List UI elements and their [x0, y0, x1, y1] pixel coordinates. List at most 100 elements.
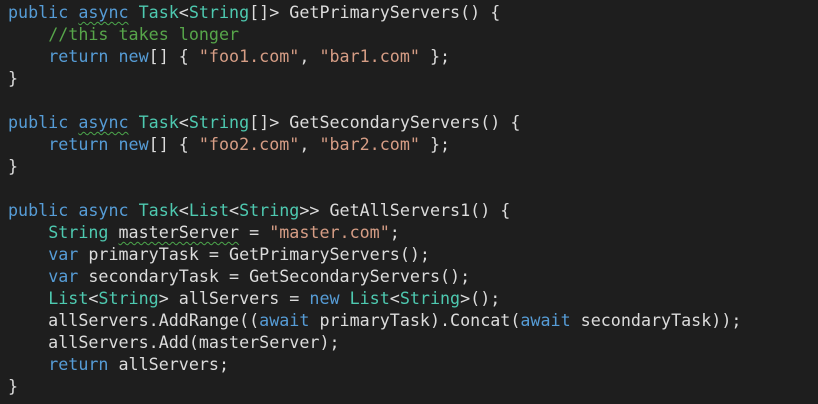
plain-token: < [178, 2, 189, 22]
plain-token: < [178, 112, 189, 132]
string-token: "bar1.com" [319, 46, 420, 66]
code-line[interactable]: //this takes longer [8, 23, 818, 45]
type-token: List [188, 200, 230, 220]
keyword-token: var [48, 266, 79, 286]
keyword-token: async [78, 200, 129, 220]
type-token: String [399, 288, 461, 308]
plain-token: }; [419, 46, 451, 66]
code-line[interactable]: } [8, 155, 818, 177]
keyword-token: new [118, 134, 149, 154]
keyword-token: return [48, 134, 109, 154]
plain-token: masterServer [118, 222, 240, 242]
type-token: String [98, 288, 159, 308]
code-line[interactable]: public async Task<String[]> GetPrimarySe… [8, 1, 818, 23]
type-token: Task [138, 200, 179, 220]
plain-token: = [239, 222, 270, 242]
plain-token: < [178, 200, 189, 220]
plain-token: primaryTask = GetPrimaryServers(); [78, 244, 430, 264]
plain-token: ; [389, 222, 400, 242]
keyword-token: new [118, 46, 149, 66]
code-line[interactable]: var secondaryTask = GetSecondaryServers(… [8, 265, 818, 287]
plain-token: < [229, 200, 240, 220]
code-line[interactable] [8, 177, 818, 199]
plain-token: allServers.AddRange(( [8, 310, 260, 330]
code-line[interactable]: List<String> allServers = new List<Strin… [8, 287, 818, 309]
code-line[interactable]: var primaryTask = GetPrimaryServers(); [8, 243, 818, 265]
plain-token: , [299, 134, 320, 154]
plain-token: primaryTask).Concat( [309, 310, 521, 330]
keyword-token: async [78, 2, 129, 22]
plain-token: >(); [460, 288, 501, 308]
plain-token: }; [419, 134, 451, 154]
code-line[interactable]: allServers.AddRange((await primaryTask).… [8, 309, 818, 331]
plain-token: < [88, 288, 99, 308]
plain-token: secondaryTask = GetSecondaryServers(); [78, 266, 471, 286]
plain-token: secondaryTask)); [570, 310, 742, 330]
string-token: "bar2.com" [319, 134, 420, 154]
keyword-token: public [8, 200, 69, 220]
string-token: "master.com" [269, 222, 390, 242]
type-token: List [48, 288, 89, 308]
keyword-token: public [8, 2, 69, 22]
plain-token: } [8, 68, 19, 88]
type-token: String [48, 222, 109, 242]
keyword-token: await [259, 310, 310, 330]
code-line[interactable]: public async Task<String[]> GetSecondary… [8, 111, 818, 133]
string-token: "foo2.com" [198, 134, 300, 154]
comment-token: //this takes longer [48, 24, 240, 44]
code-line[interactable]: } [8, 67, 818, 89]
code-line[interactable]: String masterServer = "master.com"; [8, 221, 818, 243]
string-token: "foo1.com" [198, 46, 300, 66]
code-line[interactable]: return new[] { "foo1.com", "bar1.com" }; [8, 45, 818, 67]
code-line[interactable]: public async Task<List<String>> GetAllSe… [8, 199, 818, 221]
type-token: String [188, 2, 250, 22]
plain-token: > allServers = [158, 288, 310, 308]
keyword-token: new [309, 288, 340, 308]
plain-token: []> GetSecondaryServers() { [249, 112, 521, 132]
code-line[interactable]: } [8, 375, 818, 397]
type-token: Task [138, 112, 179, 132]
code-line[interactable]: return allServers; [8, 353, 818, 375]
type-token: String [239, 200, 300, 220]
plain-token: [] { [148, 46, 199, 66]
plain-token: >> GetAllServers1() { [299, 200, 511, 220]
plain-token: allServers; [108, 354, 230, 374]
code-editor[interactable]: public async Task<String[]> GetPrimarySe… [0, 0, 818, 404]
type-token: String [188, 112, 250, 132]
code-line[interactable]: return new[] { "foo2.com", "bar2.com" }; [8, 133, 818, 155]
plain-token: allServers.Add(masterServer); [8, 332, 340, 352]
keyword-token: return [48, 46, 109, 66]
code-line[interactable] [8, 89, 818, 111]
plain-token: < [389, 288, 400, 308]
keyword-token: await [520, 310, 571, 330]
plain-token: [] { [148, 134, 199, 154]
plain-token: []> GetPrimaryServers() { [249, 2, 501, 22]
code-line[interactable]: allServers.Add(masterServer); [8, 331, 818, 353]
plain-token: , [299, 46, 320, 66]
plain-token: } [8, 156, 19, 176]
keyword-token: public [8, 112, 69, 132]
keyword-token: return [48, 354, 109, 374]
keyword-token: async [78, 112, 129, 132]
type-token: Task [138, 2, 179, 22]
plain-token: } [8, 376, 19, 396]
type-token: List [349, 288, 390, 308]
